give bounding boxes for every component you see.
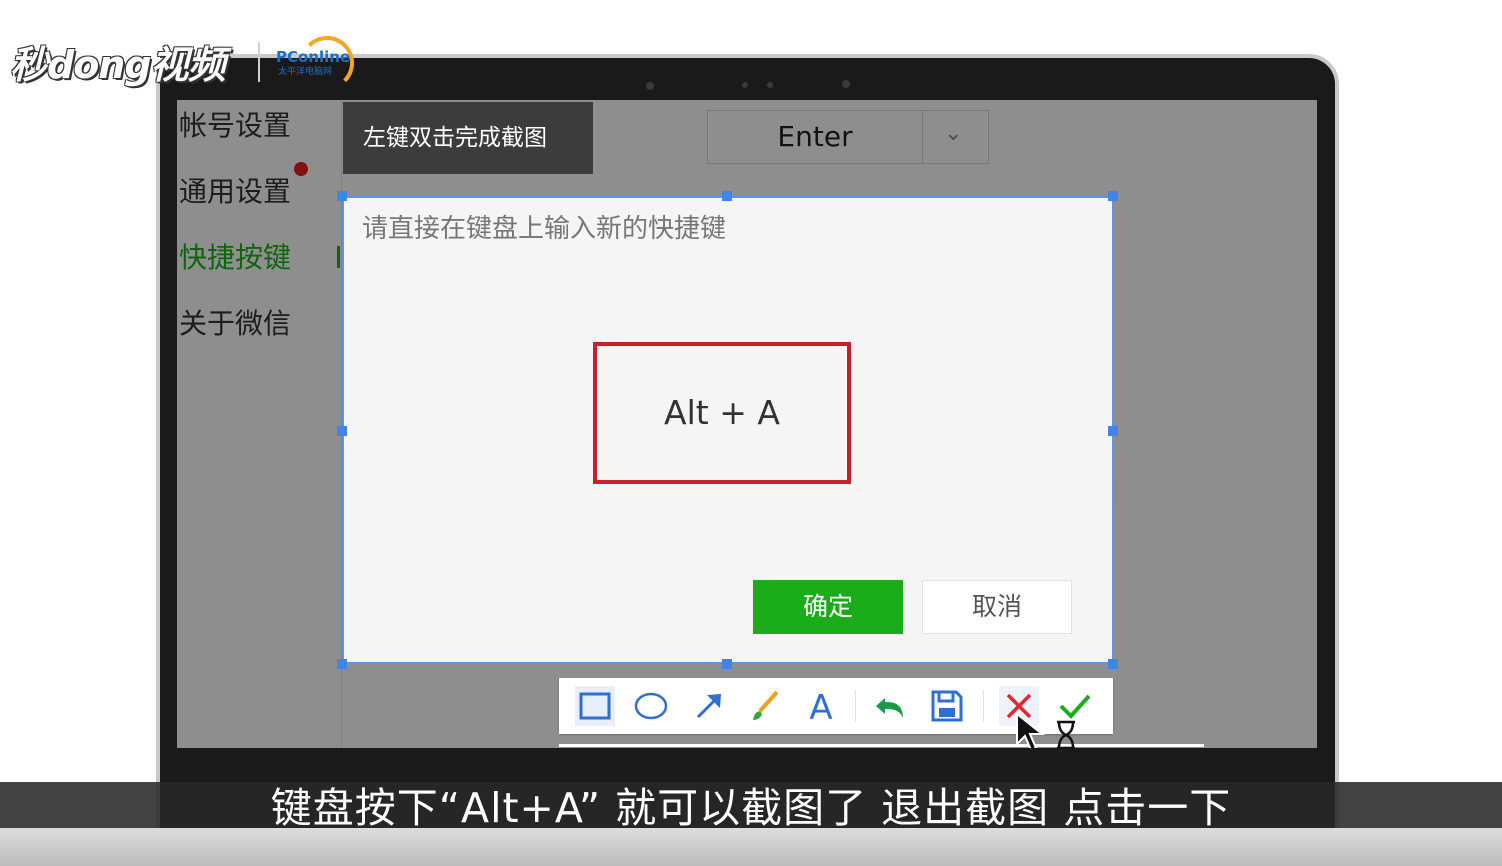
- shortcut-input[interactable]: Alt + A: [593, 342, 851, 484]
- resize-handle-left[interactable]: [337, 426, 347, 436]
- save-icon[interactable]: [927, 686, 967, 726]
- screen: 帐号设置 通用设置 快捷按键 关于微信 Enter ⌄ 息 左键双击完成截图 请…: [177, 100, 1317, 748]
- resize-handle-bottom[interactable]: [722, 659, 732, 669]
- settings-sidebar: 帐号设置 通用设置 快捷按键 关于微信: [177, 100, 342, 748]
- mouse-cursor-icon: [1016, 712, 1045, 748]
- dropdown-divider: [922, 111, 923, 163]
- resize-grip: [1115, 480, 1118, 506]
- sensor-icon: [767, 82, 773, 88]
- confirm-button[interactable]: 确定: [753, 580, 903, 634]
- arrow-icon[interactable]: [689, 686, 729, 726]
- toolbar-divider: [855, 690, 856, 722]
- toolbar-shadow-line: [559, 744, 1204, 747]
- capture-region[interactable]: 请直接在键盘上输入新的快捷键 Alt + A 确定 取消: [342, 196, 1114, 664]
- send-key-value: Enter: [777, 120, 853, 153]
- text-icon-glyph: A: [809, 688, 832, 726]
- undo-icon[interactable]: [871, 686, 911, 726]
- brush-icon[interactable]: [745, 686, 785, 726]
- busy-hourglass-icon: [1057, 720, 1075, 748]
- sidebar-item-about[interactable]: 关于微信: [179, 302, 291, 342]
- sidebar-item-shortcuts[interactable]: 快捷按键: [179, 236, 291, 276]
- resize-handle-bottom-right[interactable]: [1108, 659, 1118, 669]
- resize-handle-top[interactable]: [722, 191, 732, 201]
- toolbar-divider: [983, 690, 984, 722]
- ellipse-icon[interactable]: [631, 686, 671, 726]
- resize-handle-bottom-left[interactable]: [337, 659, 347, 669]
- chevron-down-icon: ⌄: [944, 121, 963, 146]
- sensor-icon: [842, 80, 850, 88]
- resize-handle-top-right[interactable]: [1108, 191, 1118, 201]
- logo-divider: [258, 42, 260, 82]
- cancel-button[interactable]: 取消: [922, 580, 1072, 634]
- resize-handle-top-left[interactable]: [337, 191, 347, 201]
- text-icon[interactable]: A: [801, 686, 841, 726]
- resize-handle-right[interactable]: [1108, 426, 1118, 436]
- sensor-icon: [742, 82, 748, 88]
- dialog-prompt: 请直接在键盘上输入新的快捷键: [362, 214, 727, 244]
- laptop-base: [0, 828, 1502, 866]
- notification-badge: [294, 162, 308, 176]
- brand-logo: 秒dong视频: [10, 43, 226, 87]
- sidebar-item-general[interactable]: 通用设置: [179, 170, 291, 210]
- rectangle-icon[interactable]: [575, 686, 615, 726]
- send-key-dropdown[interactable]: Enter ⌄: [707, 110, 989, 164]
- active-indicator: [337, 246, 340, 268]
- capture-hint-tooltip: 左键双击完成截图: [343, 102, 593, 174]
- sidebar-item-account[interactable]: 帐号设置: [179, 104, 291, 144]
- video-subtitle: 键盘按下“Alt+A” 就可以截图了 退出截图 点击一下: [270, 784, 1232, 832]
- partner-logo-subtitle: 太平洋电脑网: [278, 67, 333, 77]
- camera-icon: [646, 82, 654, 90]
